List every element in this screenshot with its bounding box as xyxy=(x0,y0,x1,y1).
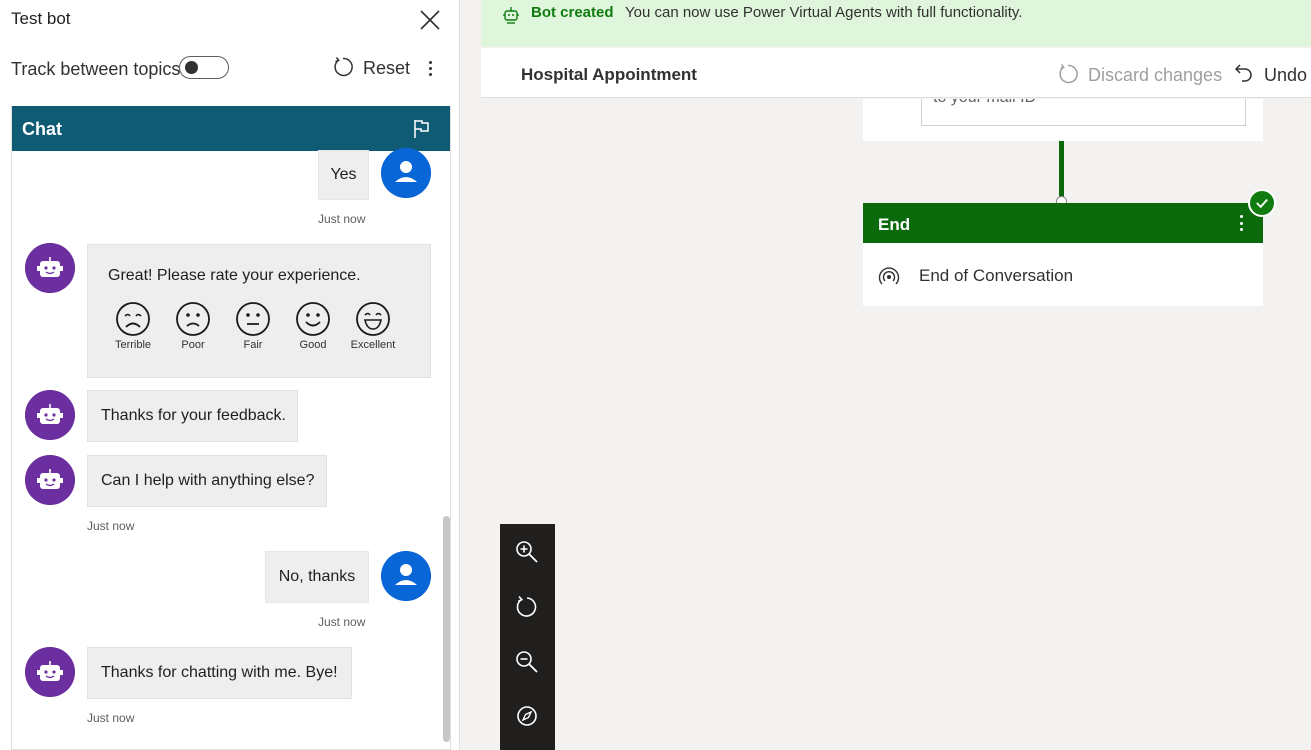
poor-face-icon xyxy=(176,302,210,336)
rating-label: Excellent xyxy=(350,339,396,351)
bot-message: Can I help with anything else? xyxy=(87,455,327,507)
node-more-options-icon[interactable] xyxy=(1236,215,1246,231)
chat-header: Chat xyxy=(12,106,450,151)
rating-fair[interactable]: Fair xyxy=(223,301,283,351)
timestamp: Just now xyxy=(318,212,366,226)
message-node-text: to your mail ID xyxy=(933,99,1036,107)
undo-button[interactable]: Undo xyxy=(1264,65,1307,86)
discard-changes-button[interactable]: Discard changes xyxy=(1088,65,1222,86)
bot-message: Thanks for chatting with me. Bye! xyxy=(87,647,352,699)
more-options-icon[interactable] xyxy=(421,58,439,78)
rating-prompt: Great! Please rate your experience. xyxy=(108,267,361,284)
bot-avatar xyxy=(25,243,75,293)
check-icon xyxy=(1248,189,1276,217)
timestamp: Just now xyxy=(87,519,135,533)
node-connector xyxy=(1059,141,1064,201)
rating-card: Great! Please rate your experience. Terr… xyxy=(87,244,431,378)
bot-avatar xyxy=(25,647,75,697)
reset-button[interactable]: Reset xyxy=(363,58,410,79)
broadcast-icon xyxy=(878,267,900,285)
bot-avatar xyxy=(25,455,75,505)
bot-message: Thanks for your feedback. xyxy=(87,390,298,442)
pane-title: Test bot xyxy=(11,9,71,28)
user-message: No, thanks xyxy=(265,551,369,603)
message-node-text-box[interactable]: to your mail ID xyxy=(921,99,1246,126)
bot-message-text: Thanks for chatting with me. Bye! xyxy=(101,664,338,681)
undo-icon[interactable] xyxy=(1234,62,1254,84)
end-node-header xyxy=(863,203,1263,243)
canvas-zoom-toolbar xyxy=(500,524,555,750)
rating-label: Fair xyxy=(243,339,263,351)
track-between-topics-toggle[interactable] xyxy=(179,56,229,79)
test-bot-pane: Test bot Track between topics Reset Chat… xyxy=(0,0,460,750)
user-message-text: No, thanks xyxy=(278,568,356,585)
refresh-icon[interactable] xyxy=(332,56,354,78)
refresh-icon xyxy=(1059,64,1078,84)
rating-poor[interactable]: Poor xyxy=(163,301,223,351)
chat-title: Chat xyxy=(22,119,62,139)
rating-good[interactable]: Good xyxy=(283,301,343,351)
zoom-in-icon[interactable] xyxy=(514,539,540,565)
rating-label: Poor xyxy=(181,339,205,351)
user-message-text: Yes xyxy=(330,166,357,183)
zoom-out-icon[interactable] xyxy=(514,649,540,675)
banner-title: Bot created xyxy=(531,4,614,21)
user-message: Yes xyxy=(318,150,369,200)
banner-text: You can now use Power Virtual Agents wit… xyxy=(625,4,1023,21)
refresh-icon[interactable] xyxy=(514,594,540,620)
toggle-knob xyxy=(185,61,198,74)
chat-scrollbar[interactable] xyxy=(443,516,450,742)
topic-title: Hospital Appointment xyxy=(521,65,697,84)
rating-terrible[interactable]: Terrible xyxy=(103,301,163,351)
bot-message-text: Can I help with anything else? xyxy=(101,472,315,489)
user-avatar xyxy=(381,551,431,601)
flag-icon[interactable] xyxy=(411,118,433,140)
end-node-title: End xyxy=(878,215,911,234)
terrible-face-icon xyxy=(116,302,150,336)
close-icon[interactable] xyxy=(418,8,442,32)
timestamp: Just now xyxy=(87,711,135,725)
good-face-icon xyxy=(296,302,330,336)
bot-avatar xyxy=(25,390,75,440)
user-avatar xyxy=(381,148,431,198)
end-node-action: End of Conversation xyxy=(919,266,1074,285)
bot-message-text: Thanks for your feedback. xyxy=(101,407,286,424)
rating-excellent[interactable]: Excellent xyxy=(343,301,403,351)
rating-label: Terrible xyxy=(114,339,152,351)
excellent-face-icon xyxy=(356,302,390,336)
track-between-topics-label: Track between topics xyxy=(11,59,181,79)
bot-icon xyxy=(503,7,519,24)
fair-face-icon xyxy=(236,302,270,336)
rating-label: Good xyxy=(299,339,327,351)
timestamp: Just now xyxy=(318,615,366,629)
chat-window: Chat Yes Just now Great! Please rate you… xyxy=(11,106,451,750)
compass-icon[interactable] xyxy=(514,703,540,729)
